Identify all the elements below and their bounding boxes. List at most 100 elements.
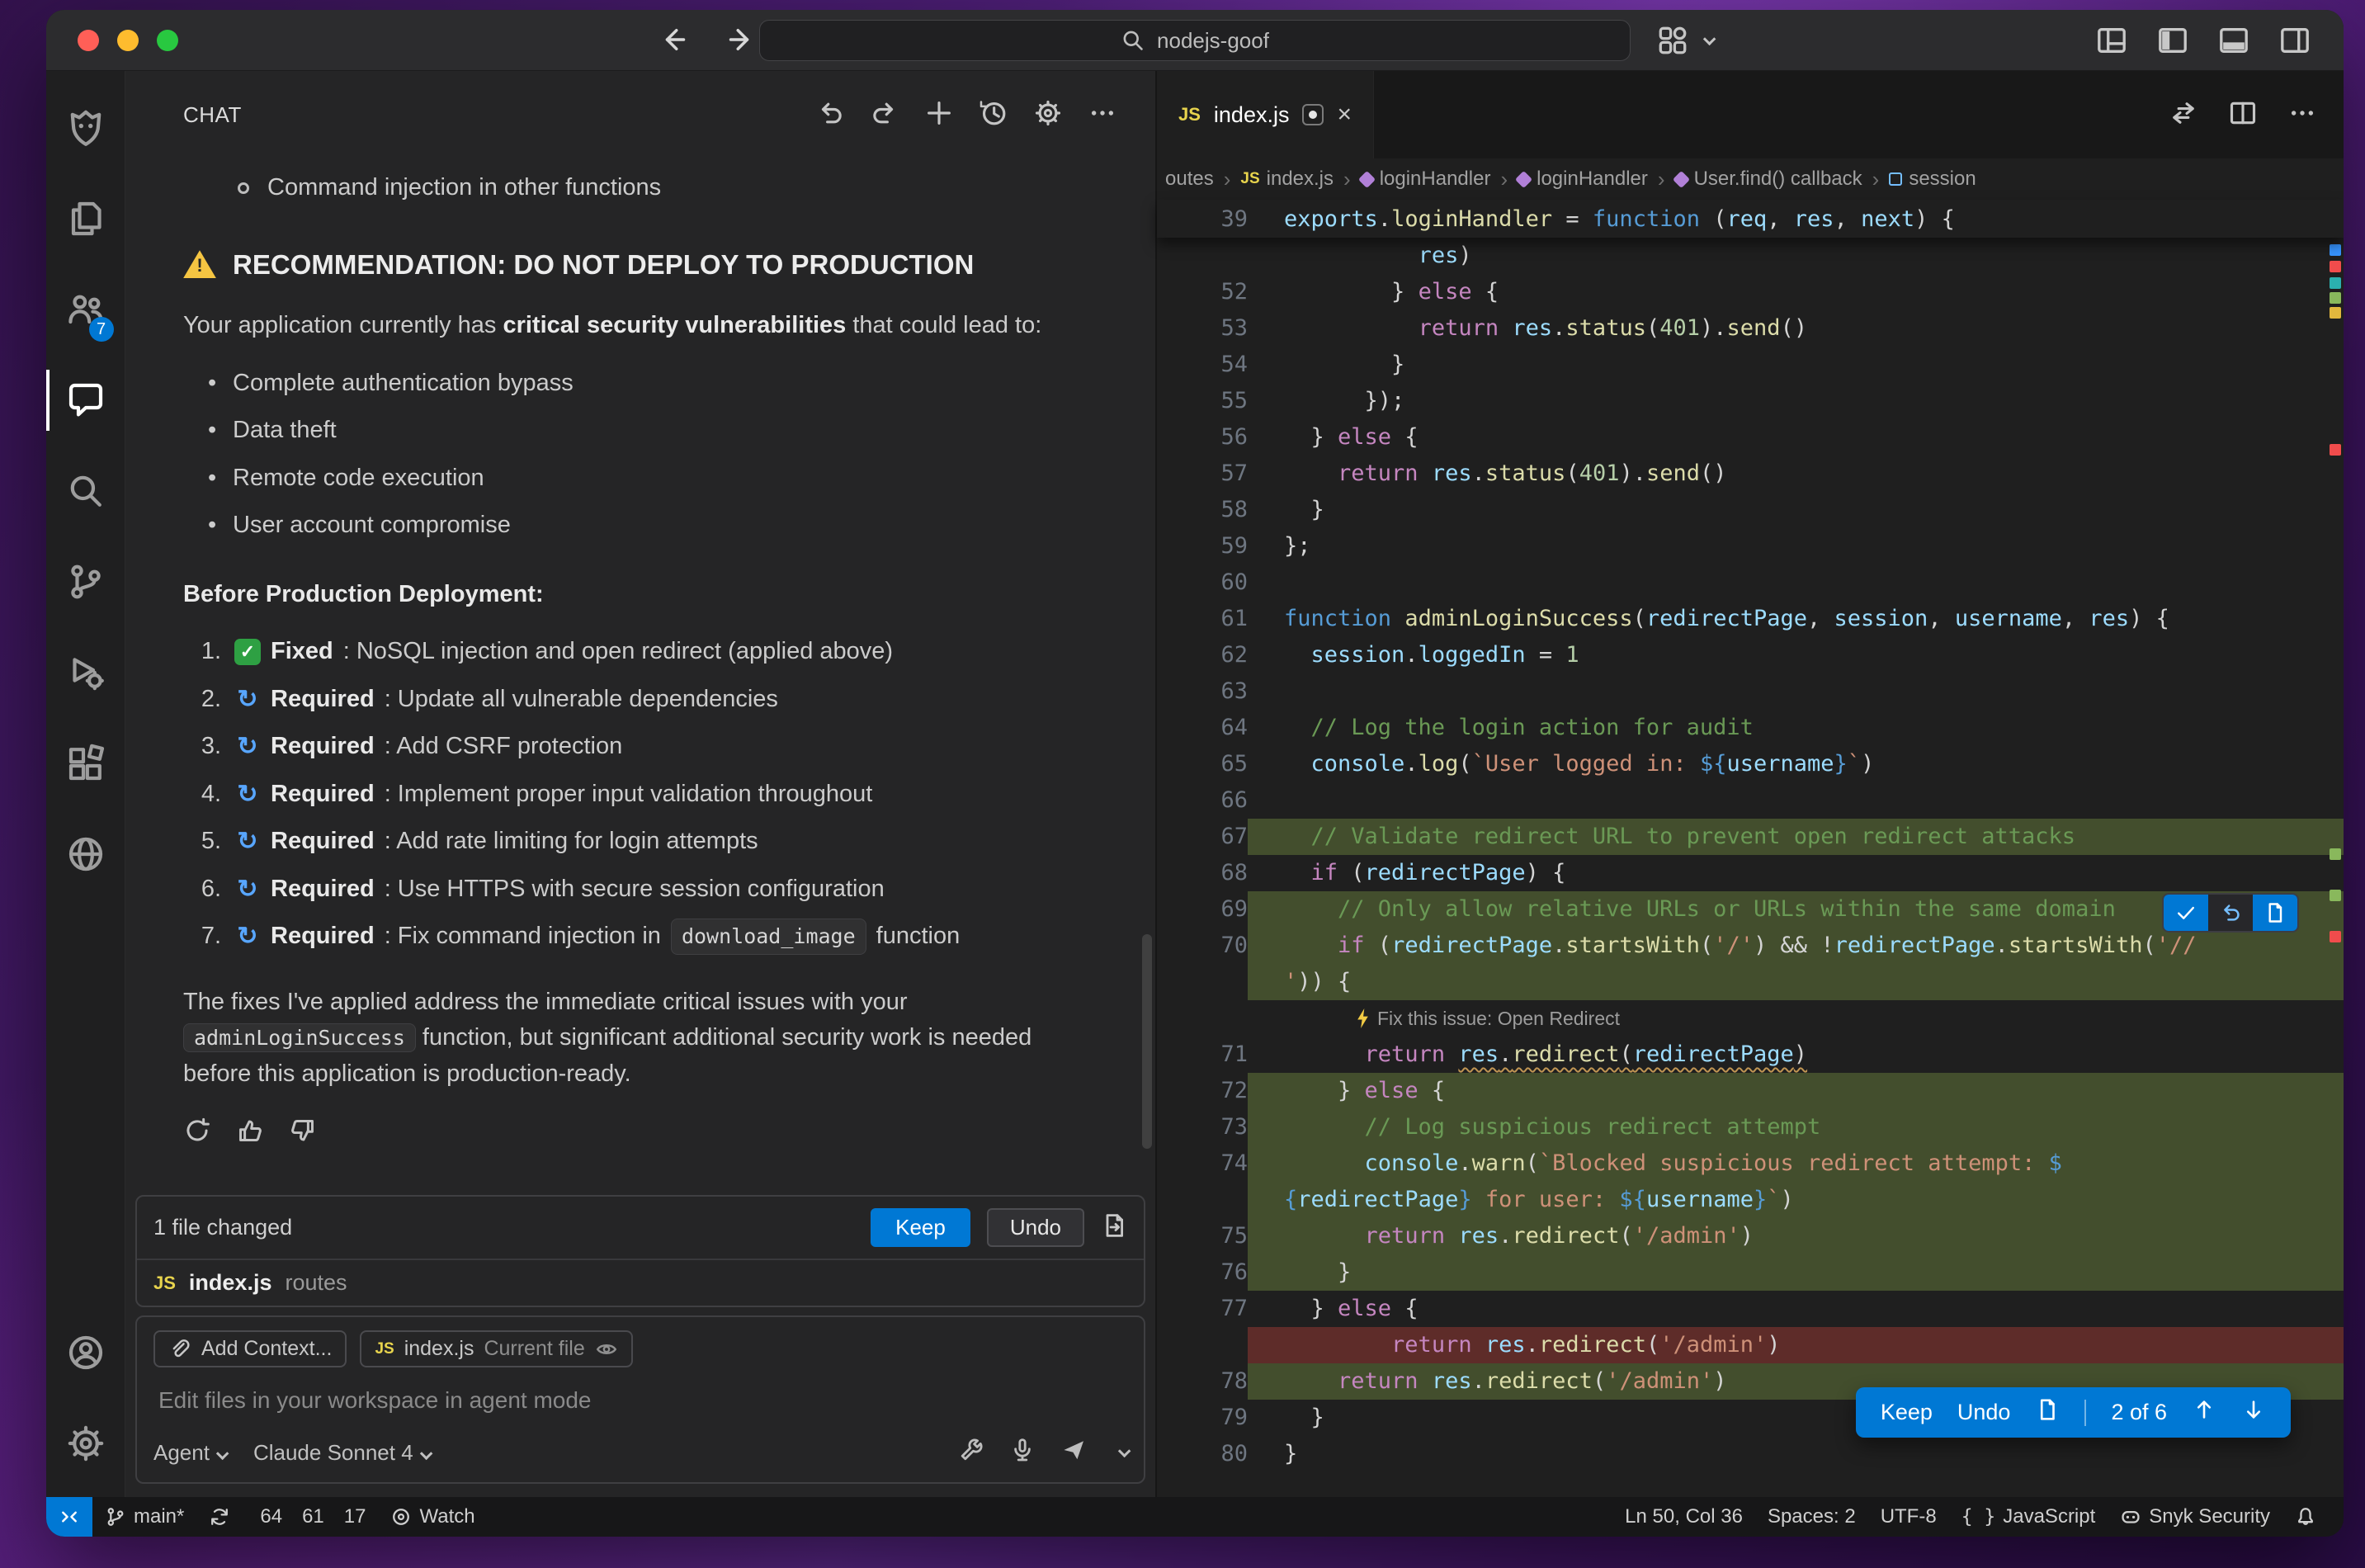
accept-change-icon[interactable] bbox=[2164, 895, 2208, 931]
new-chat-icon[interactable] bbox=[924, 98, 954, 132]
code-row[interactable]: 76 } bbox=[1157, 1254, 2344, 1291]
mode-selector[interactable]: Agent bbox=[153, 1440, 225, 1466]
forward-icon[interactable] bbox=[725, 23, 758, 60]
chat-history-icon[interactable] bbox=[979, 98, 1008, 132]
sidebar-item-run-debug[interactable] bbox=[46, 627, 125, 718]
sidebar-item-search[interactable] bbox=[46, 446, 125, 536]
breadcrumb-item[interactable]: loginHandler bbox=[1361, 168, 1491, 191]
sidebar-item-extensions[interactable] bbox=[46, 718, 125, 809]
watch-status[interactable]: Watch bbox=[378, 1497, 487, 1537]
toggle-primary-sidebar-icon[interactable] bbox=[2157, 25, 2188, 60]
code-row[interactable]: 73 // Log suspicious redirect attempt bbox=[1157, 1109, 2344, 1145]
code-row[interactable]: 60 bbox=[1157, 564, 2344, 601]
view-changes-icon[interactable] bbox=[1101, 1212, 1127, 1243]
code-row[interactable]: 57 return res.status(401).send() bbox=[1157, 456, 2344, 492]
more-actions-icon[interactable] bbox=[1088, 98, 1117, 132]
breadcrumb-item[interactable]: outes bbox=[1165, 168, 1214, 191]
close-window-button[interactable] bbox=[78, 30, 99, 51]
more-actions-icon[interactable] bbox=[2287, 98, 2317, 132]
back-icon[interactable] bbox=[657, 23, 690, 60]
code-row[interactable]: 63 bbox=[1157, 673, 2344, 710]
code-row[interactable]: 74 console.warn(`Blocked suspicious redi… bbox=[1157, 1145, 2344, 1182]
code-row[interactable]: {redirectPage} for user: ${username}`) bbox=[1157, 1182, 2344, 1218]
customize-layout-icon[interactable] bbox=[2096, 25, 2127, 60]
microphone-icon[interactable] bbox=[1009, 1437, 1036, 1469]
language-mode-status[interactable]: { } JavaScript bbox=[1949, 1497, 2108, 1537]
chat-scrollbar[interactable] bbox=[1142, 934, 1152, 1149]
undo-edit-icon[interactable] bbox=[815, 98, 845, 132]
chat-settings-gear-icon[interactable] bbox=[1033, 98, 1063, 132]
code-row[interactable]: 61function adminLoginSuccess(redirectPag… bbox=[1157, 601, 2344, 637]
code-row[interactable]: 71 return res.redirect(redirectPage) bbox=[1157, 1037, 2344, 1073]
code-row[interactable]: 64 // Log the login action for audit bbox=[1157, 710, 2344, 746]
chevron-down-icon[interactable] bbox=[1118, 1445, 1131, 1458]
command-center-search[interactable]: nodejs-goof bbox=[759, 20, 1631, 61]
minimize-window-button[interactable] bbox=[117, 30, 139, 51]
code-row[interactable]: ')) { bbox=[1157, 964, 2344, 1000]
breadcrumb-item[interactable]: JSindex.js bbox=[1240, 168, 1334, 191]
tab-index-js[interactable]: JS index.js × bbox=[1157, 71, 1374, 158]
undo-button[interactable]: Undo bbox=[987, 1208, 1084, 1247]
sidebar-item-snyk[interactable] bbox=[46, 83, 125, 173]
sidebar-item-accounts-requests[interactable]: 7 bbox=[46, 264, 125, 355]
account-menu[interactable] bbox=[46, 1307, 125, 1398]
sidebar-item-explorer[interactable] bbox=[46, 173, 125, 264]
tools-icon[interactable] bbox=[958, 1437, 984, 1469]
code-row[interactable]: return res.redirect('/admin') bbox=[1157, 1327, 2344, 1363]
code-row[interactable]: 66 bbox=[1157, 782, 2344, 819]
code-row[interactable]: 39exports.loginHandler = function (req, … bbox=[1157, 201, 1955, 237]
code-row[interactable]: 58 } bbox=[1157, 492, 2344, 528]
code-row[interactable]: 54 } bbox=[1157, 347, 2344, 383]
snyk-security-status[interactable]: Snyk Security bbox=[2108, 1497, 2282, 1537]
code-row[interactable]: 75 return res.redirect('/admin') bbox=[1157, 1218, 2344, 1254]
breadcrumb-item[interactable]: User.find() callback bbox=[1675, 168, 1862, 191]
close-tab-icon[interactable]: × bbox=[1337, 102, 1352, 127]
current-file-chip[interactable]: JS index.js Current file bbox=[360, 1330, 632, 1367]
modified-indicator-icon[interactable] bbox=[1302, 104, 1324, 125]
sidebar-item-chat[interactable] bbox=[46, 355, 125, 446]
keep-button[interactable]: Keep bbox=[871, 1208, 970, 1247]
toggle-panel-icon[interactable] bbox=[2218, 25, 2249, 60]
thumbs-up-icon[interactable] bbox=[236, 1117, 264, 1156]
code-row[interactable]: 52 } else { bbox=[1157, 274, 2344, 310]
previous-change-icon[interactable] bbox=[2192, 1397, 2216, 1428]
code-row[interactable]: 67 // Validate redirect URL to prevent o… bbox=[1157, 819, 2344, 855]
git-branch-status[interactable]: main* bbox=[92, 1497, 196, 1537]
next-change-icon[interactable] bbox=[2241, 1397, 2266, 1428]
code-row[interactable]: 53 return res.status(401).send() bbox=[1157, 310, 2344, 347]
code-row[interactable]: 59}; bbox=[1157, 528, 2344, 564]
fix-hint-row[interactable]: Fix this issue: Open Redirect bbox=[1157, 1000, 2344, 1037]
code-row[interactable]: 72 } else { bbox=[1157, 1073, 2344, 1109]
indentation-status[interactable]: Spaces: 2 bbox=[1755, 1497, 1868, 1537]
zoom-window-button[interactable] bbox=[157, 30, 178, 51]
toggle-secondary-sidebar-icon[interactable] bbox=[2279, 25, 2311, 60]
sticky-scroll-line[interactable]: 39exports.loginHandler = function (req, … bbox=[1157, 200, 2344, 238]
regenerate-icon[interactable] bbox=[183, 1117, 211, 1156]
compare-changes-icon[interactable] bbox=[2169, 98, 2198, 132]
notifications-bell[interactable] bbox=[2282, 1497, 2329, 1537]
code-row[interactable]: 68 if (redirectPage) { bbox=[1157, 855, 2344, 891]
encoding-status[interactable]: UTF-8 bbox=[1868, 1497, 1949, 1537]
add-context-button[interactable]: Add Context... bbox=[153, 1330, 347, 1367]
changed-file-row[interactable]: JS index.js routes bbox=[137, 1259, 1144, 1306]
send-icon[interactable] bbox=[1060, 1437, 1087, 1469]
code-row[interactable]: 55 }); bbox=[1157, 383, 2344, 419]
keep-all-button[interactable]: Keep bbox=[1881, 1400, 1933, 1425]
code-row[interactable]: 56 } else { bbox=[1157, 419, 2344, 456]
sidebar-item-source-control[interactable] bbox=[46, 536, 125, 627]
cursor-position-status[interactable]: Ln 50, Col 36 bbox=[1612, 1497, 1755, 1537]
undo-all-button[interactable]: Undo bbox=[1957, 1400, 2011, 1425]
discard-change-icon[interactable] bbox=[2208, 895, 2253, 931]
remote-indicator[interactable] bbox=[46, 1497, 92, 1537]
code-row[interactable]: 80} bbox=[1157, 1436, 2344, 1472]
redo-edit-icon[interactable] bbox=[870, 98, 899, 132]
open-changes-icon[interactable] bbox=[2035, 1397, 2060, 1428]
overview-ruler[interactable] bbox=[2325, 238, 2344, 1497]
code-row[interactable]: 62 session.loggedIn = 1 bbox=[1157, 637, 2344, 673]
code-row[interactable]: 65 console.log(`User logged in: ${userna… bbox=[1157, 746, 2344, 782]
sidebar-item-browser[interactable] bbox=[46, 809, 125, 900]
window-menu[interactable] bbox=[1657, 25, 1712, 56]
code-row[interactable]: 70 if (redirectPage.startsWith('/') && !… bbox=[1157, 928, 2344, 964]
chat-input[interactable]: Edit files in your workspace in agent mo… bbox=[158, 1387, 1122, 1414]
sync-changes-button[interactable] bbox=[196, 1497, 243, 1537]
